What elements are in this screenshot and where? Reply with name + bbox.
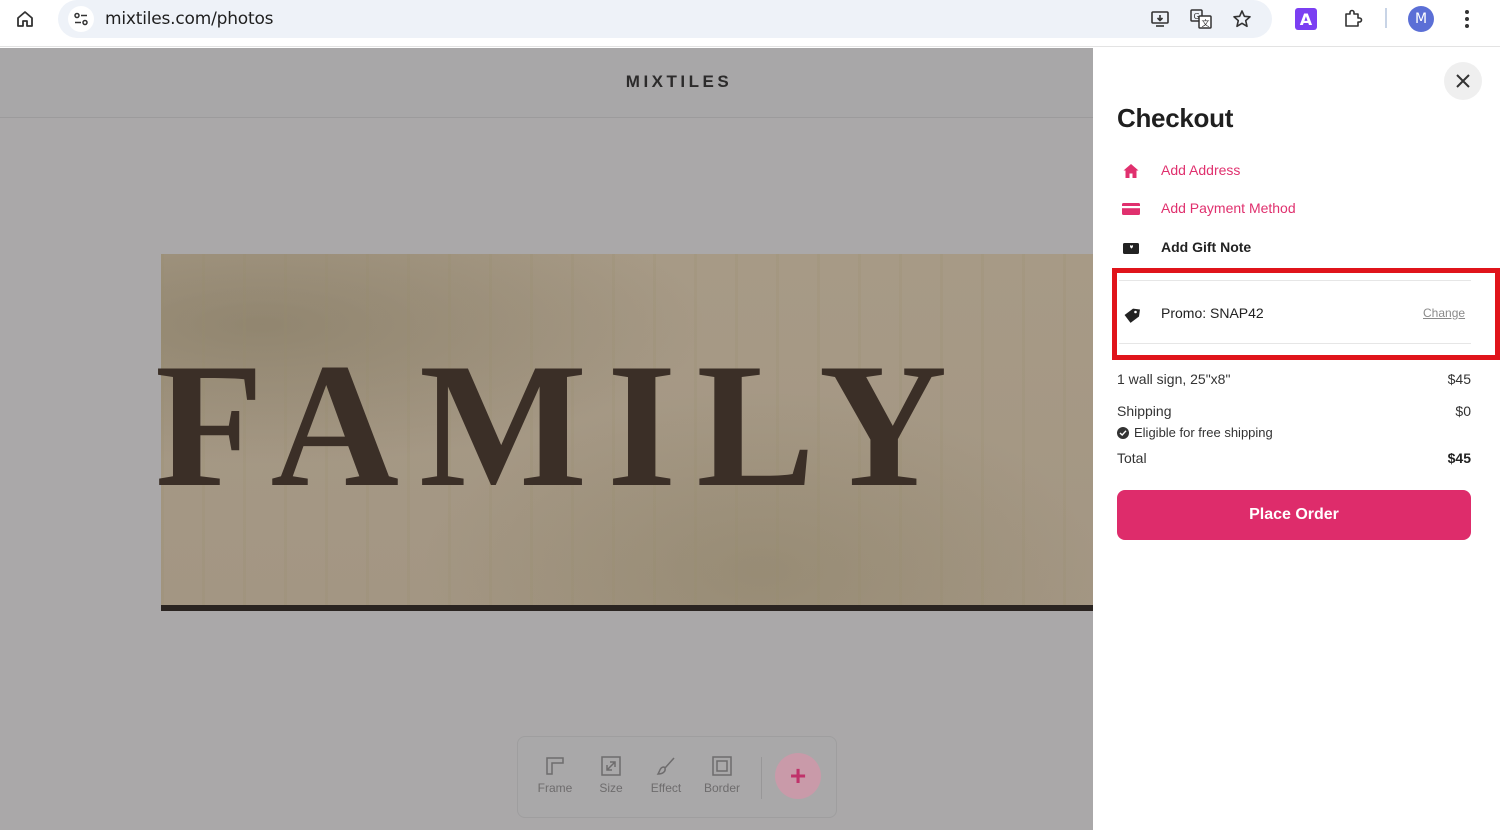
effect-tool-button[interactable]: Effect — [641, 755, 691, 795]
checkout-title: Checkout — [1117, 103, 1234, 133]
item-price: $45 — [1447, 371, 1471, 387]
shipping-price: $0 — [1455, 403, 1471, 419]
translate-icon[interactable]: G文 — [1188, 6, 1214, 32]
add-payment-method-button[interactable]: Add Payment Method — [1117, 194, 1477, 224]
change-promo-link[interactable]: Change — [1423, 306, 1465, 320]
brush-icon — [655, 755, 677, 777]
check-circle-icon — [1117, 427, 1129, 439]
browser-toolbar: mixtiles.com/photos G文 A M — [0, 0, 1500, 47]
bookmark-star-icon[interactable] — [1229, 6, 1255, 32]
resize-icon — [600, 755, 622, 777]
wall-sign-text: FAMILY — [155, 326, 968, 524]
border-tool-button[interactable]: Border — [697, 755, 747, 795]
add-address-button[interactable]: Add Address — [1117, 156, 1477, 186]
total-price: $45 — [1447, 450, 1471, 466]
close-icon — [1456, 74, 1470, 88]
total-label: Total — [1117, 450, 1147, 466]
toolbar-divider — [1385, 8, 1387, 28]
credit-card-icon — [1121, 199, 1141, 219]
profile-avatar[interactable]: M — [1407, 5, 1435, 33]
gift-note-icon — [1121, 238, 1141, 258]
place-order-button[interactable]: Place Order — [1117, 490, 1471, 540]
site-header: MIXTILES — [0, 48, 1093, 118]
checkout-panel: Checkout Add Address Add Payment Method … — [1093, 48, 1500, 830]
item-description: 1 wall sign, 25"x8" — [1117, 371, 1231, 387]
divider — [1119, 343, 1471, 344]
divider — [1119, 280, 1471, 281]
border-icon — [711, 755, 733, 777]
install-app-icon[interactable] — [1147, 6, 1173, 32]
frame-tool-button[interactable]: Frame — [530, 755, 580, 795]
product-editor-page: MIXTILES FAMILY Frame Size Effect Border… — [0, 48, 1093, 830]
mixtiles-logo[interactable]: MIXTILES — [0, 72, 1093, 92]
tag-icon — [1122, 306, 1142, 326]
site-info-icon[interactable] — [68, 6, 94, 32]
shipping-label: Shipping — [1117, 403, 1172, 419]
size-tool-button[interactable]: Size — [586, 755, 636, 795]
editor-toolbar: Frame Size Effect Border + — [517, 736, 837, 818]
url-text[interactable]: mixtiles.com/photos — [105, 9, 274, 29]
promo-code-label: Promo: SNAP42 — [1161, 305, 1264, 321]
address-bar[interactable]: mixtiles.com/photos G文 — [58, 0, 1272, 38]
home-icon[interactable] — [12, 6, 38, 32]
toolbar-divider — [761, 757, 762, 799]
frame-icon — [544, 755, 566, 777]
more-menu-icon[interactable] — [1453, 5, 1481, 33]
home-icon — [1121, 161, 1141, 181]
close-checkout-button[interactable] — [1444, 62, 1482, 100]
wall-sign-edge — [161, 605, 1093, 611]
extensions-puzzle-icon[interactable] — [1339, 5, 1367, 33]
extension-a-icon[interactable]: A — [1292, 5, 1320, 33]
add-gift-note-button[interactable]: Add Gift Note — [1117, 233, 1477, 263]
svg-text:文: 文 — [1202, 18, 1210, 28]
add-tile-button[interactable]: + — [775, 753, 821, 799]
